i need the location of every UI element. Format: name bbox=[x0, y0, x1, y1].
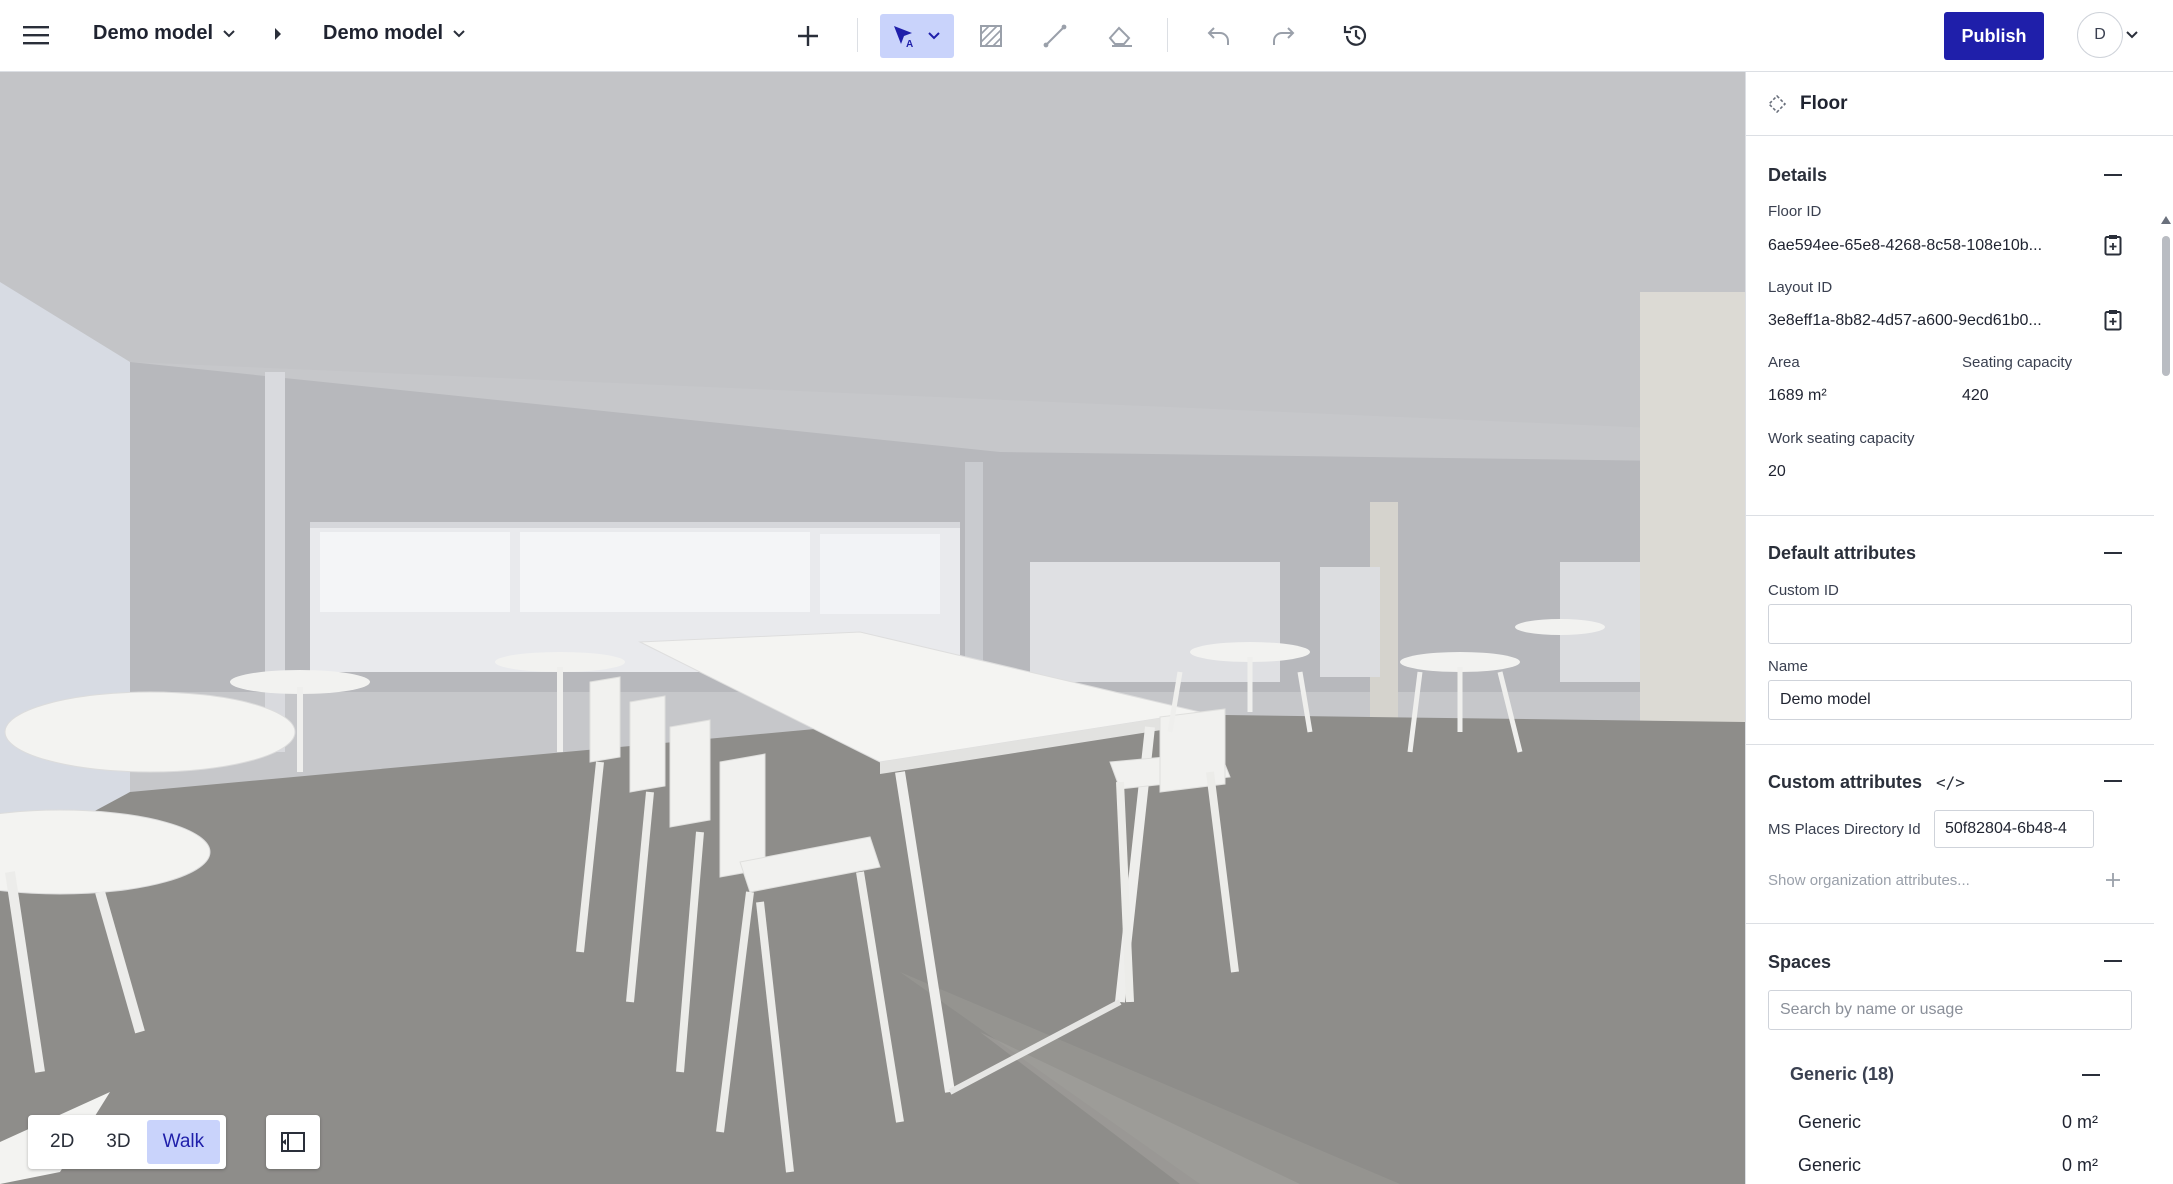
view-mode-toggle: 2D 3D Walk bbox=[28, 1115, 227, 1169]
clipboard-icon bbox=[2104, 310, 2122, 331]
breadcrumb-separator-icon bbox=[274, 28, 282, 40]
section-divider bbox=[1746, 923, 2154, 924]
panel-scrollbar[interactable] bbox=[2159, 144, 2173, 1184]
add-button[interactable] bbox=[786, 14, 830, 58]
add-icon bbox=[2106, 873, 2120, 887]
properties-panel: Floor Details Floor ID 6ae594ee-65e8-426… bbox=[1745, 72, 2173, 1184]
3d-viewport[interactable]: 2D 3D Walk bbox=[0, 72, 1745, 1184]
hatch-tool-button[interactable] bbox=[969, 14, 1013, 58]
custom-id-label: Custom ID bbox=[1768, 582, 1839, 599]
space-name: Generic bbox=[1798, 1112, 1862, 1132]
chevron-down-icon[interactable] bbox=[2126, 26, 2138, 44]
panel-header: Floor bbox=[1746, 72, 2173, 136]
minimap-icon bbox=[281, 1132, 305, 1152]
history-icon bbox=[1343, 25, 1367, 46]
spaces-section-title: Spaces bbox=[1768, 952, 1832, 972]
history-button[interactable] bbox=[1334, 14, 1378, 58]
select-icon: A bbox=[894, 26, 940, 49]
minus-icon bbox=[2082, 1074, 2100, 1076]
toolbar-divider bbox=[857, 18, 858, 52]
view-mode-2d-button[interactable]: 2D bbox=[34, 1120, 90, 1164]
custom-id-field[interactable] bbox=[1768, 604, 2132, 644]
details-collapse-button[interactable] bbox=[2098, 160, 2128, 190]
floor-id-label: Floor ID bbox=[1768, 203, 1822, 220]
list-item[interactable]: Generic 0 m² bbox=[1798, 1155, 2098, 1176]
erase-icon bbox=[1108, 26, 1132, 47]
breadcrumb-project-label: Demo model bbox=[93, 22, 214, 44]
floor-icon bbox=[1768, 94, 1786, 113]
space-group-collapse-button[interactable] bbox=[2076, 1060, 2106, 1090]
minus-icon bbox=[2104, 960, 2122, 962]
undo-button[interactable] bbox=[1197, 14, 1241, 58]
clipboard-icon bbox=[2104, 235, 2122, 256]
space-area: 0 m² bbox=[2062, 1112, 2098, 1132]
floor-id-value: 6ae594ee-65e8-4268-8c58-108e10b... bbox=[1768, 237, 2043, 254]
ms-places-directory-id-label: MS Places Directory Id bbox=[1768, 821, 1921, 838]
breadcrumb-project[interactable]: Demo model bbox=[93, 22, 235, 45]
scroll-thumb[interactable] bbox=[2162, 236, 2170, 376]
hamburger-menu-button[interactable] bbox=[18, 17, 54, 53]
add-icon bbox=[798, 26, 818, 46]
undo-icon bbox=[1207, 27, 1229, 45]
area-value: 1689 m² bbox=[1768, 387, 1827, 404]
section-divider bbox=[1746, 744, 2154, 745]
line-icon bbox=[1043, 24, 1067, 48]
publish-button[interactable]: Publish bbox=[1944, 12, 2044, 60]
seating-capacity-label: Seating capacity bbox=[1962, 354, 2073, 371]
erase-tool-button[interactable] bbox=[1099, 14, 1143, 58]
chevron-down-icon bbox=[223, 29, 235, 38]
ms-places-directory-id-field[interactable] bbox=[1934, 810, 2094, 848]
scroll-up-icon bbox=[2161, 216, 2171, 224]
minus-icon bbox=[2104, 552, 2122, 554]
breadcrumb-model[interactable]: Demo model bbox=[323, 22, 465, 45]
minus-icon bbox=[2104, 174, 2122, 176]
work-seating-capacity-label: Work seating capacity bbox=[1768, 430, 1915, 447]
area-label: Area bbox=[1768, 354, 1800, 371]
name-field[interactable] bbox=[1768, 680, 2132, 720]
custom-attributes-header: Custom attributes </> bbox=[1768, 772, 1965, 793]
avatar[interactable]: D bbox=[2077, 12, 2123, 58]
layout-id-value: 3e8eff1a-8b82-4d57-a600-9ecd61b0... bbox=[1768, 312, 2042, 329]
top-bar: Demo model Demo model A Publish D bbox=[0, 0, 2173, 72]
work-seating-capacity-value: 20 bbox=[1768, 463, 1786, 480]
chevron-down-icon bbox=[453, 29, 465, 38]
seating-capacity-value: 420 bbox=[1962, 387, 1989, 404]
name-label: Name bbox=[1768, 658, 1809, 675]
panel-title: Floor bbox=[1800, 92, 1848, 114]
custom-attributes-section-title: Custom attributes bbox=[1768, 772, 1923, 792]
spaces-search-input[interactable] bbox=[1768, 990, 2132, 1030]
default-attributes-section-title: Default attributes bbox=[1768, 543, 1917, 563]
space-group-generic[interactable]: Generic (18) bbox=[1790, 1064, 1894, 1085]
redo-icon bbox=[1273, 27, 1295, 45]
details-section-title: Details bbox=[1768, 165, 1828, 185]
add-attribute-button[interactable] bbox=[2098, 865, 2128, 895]
copy-floor-id-button[interactable] bbox=[2098, 230, 2128, 260]
code-icon[interactable]: </> bbox=[1936, 773, 1965, 792]
svg-text:A: A bbox=[906, 39, 913, 49]
list-item[interactable]: Generic 0 m² bbox=[1798, 1112, 2098, 1133]
redo-button[interactable] bbox=[1261, 14, 1305, 58]
show-organization-attributes-link[interactable]: Show organization attributes... bbox=[1768, 872, 1970, 889]
view-mode-3d-button[interactable]: 3D bbox=[90, 1120, 146, 1164]
breadcrumb-model-label: Demo model bbox=[323, 22, 444, 44]
space-area: 0 m² bbox=[2062, 1155, 2098, 1175]
section-divider bbox=[1746, 515, 2154, 516]
default-attributes-collapse-button[interactable] bbox=[2098, 538, 2128, 568]
line-tool-button[interactable] bbox=[1033, 14, 1077, 58]
minus-icon bbox=[2104, 780, 2122, 782]
view-mode-walk-button[interactable]: Walk bbox=[146, 1120, 221, 1164]
hatch-icon bbox=[980, 25, 1002, 47]
select-tool-button[interactable]: A bbox=[880, 14, 954, 58]
copy-layout-id-button[interactable] bbox=[2098, 305, 2128, 335]
space-name: Generic bbox=[1798, 1155, 1862, 1175]
custom-attributes-collapse-button[interactable] bbox=[2098, 766, 2128, 796]
layout-id-label: Layout ID bbox=[1768, 279, 1833, 296]
spaces-collapse-button[interactable] bbox=[2098, 946, 2128, 976]
walk-scene-render bbox=[0, 72, 1745, 1184]
hamburger-icon bbox=[23, 26, 49, 45]
minimap-toggle-button[interactable] bbox=[266, 1115, 320, 1169]
toolbar-divider bbox=[1167, 18, 1168, 52]
